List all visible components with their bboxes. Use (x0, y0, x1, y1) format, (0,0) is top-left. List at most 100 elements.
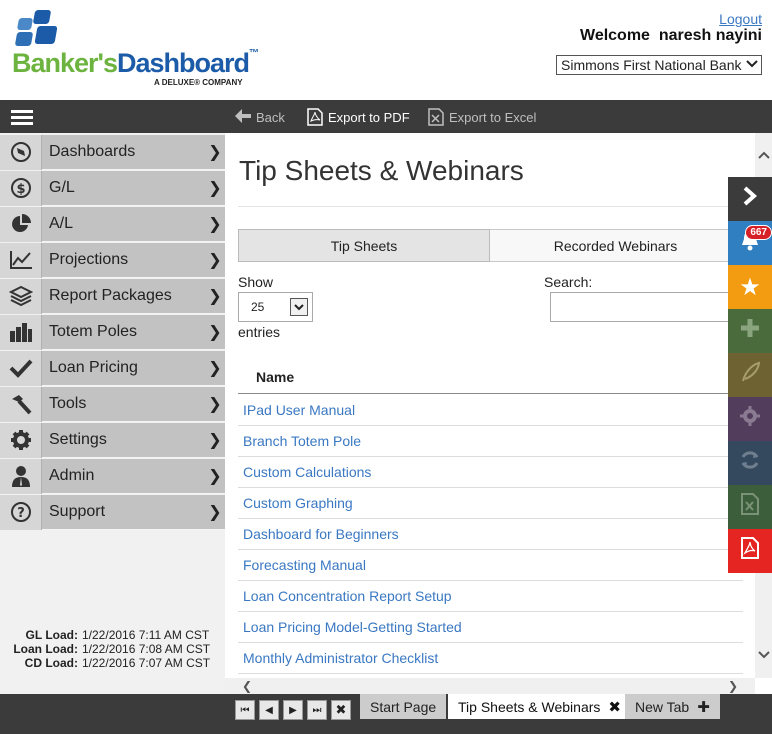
table-row[interactable]: Branch Totem Pole (238, 426, 743, 457)
sidebar-item-dashboards[interactable]: Dashboards ❯ (0, 134, 225, 170)
check-icon (0, 350, 42, 386)
sidebar-item-label: Report Packages (49, 287, 172, 304)
sidebar-item-label: Projections (49, 251, 129, 268)
bottom-tab-new-tab[interactable]: New Tab ✚ (625, 694, 720, 719)
sidebar-item-settings[interactable]: Settings ❯ (0, 422, 225, 458)
chevron-right-icon: ❯ (208, 432, 222, 449)
search-input[interactable] (550, 292, 740, 322)
scroll-right-icon[interactable]: ❯ (725, 678, 741, 694)
page-length-select[interactable]: 25 (238, 292, 313, 322)
chevron-right-icon: ❯ (208, 252, 222, 269)
scroll-left-icon[interactable]: ❮ (239, 678, 255, 694)
table-row[interactable]: Monthly Administrator Checklist (238, 643, 743, 674)
add-button[interactable] (728, 309, 772, 353)
table-row[interactable]: Forecasting Manual (238, 550, 743, 581)
sidebar-item-label: Support (49, 503, 106, 520)
pdf-rail-button[interactable] (728, 529, 772, 573)
plus-icon[interactable]: ✚ (697, 698, 710, 716)
search-label: Search: (544, 274, 593, 290)
feather-icon (739, 361, 761, 389)
content-area: Tip Sheets & Webinars Tip Sheets Recorde… (225, 133, 755, 678)
excel-rail-button[interactable] (728, 485, 772, 529)
chevron-right-icon: ❯ (208, 504, 222, 521)
show-label: Show (238, 274, 274, 290)
bottom-tab-label: Tip Sheets & Webinars (458, 698, 601, 715)
bottom-tab-label: New Tab (635, 698, 690, 715)
dollar-icon: $ (0, 170, 42, 206)
sidebar-item-label: A/L (49, 215, 74, 232)
horizontal-scrollbar[interactable]: ❮ ❯ (225, 678, 755, 694)
logo-squares-icon (12, 10, 62, 48)
first-tab-icon[interactable]: ⏮ (235, 700, 255, 720)
chevron-right-icon (743, 186, 758, 212)
sidebar-item-gl[interactable]: $ G/L ❯ (0, 170, 225, 206)
sidebar: Dashboards ❯ $ G/L ❯ A/L ❯ Projections ❯… (0, 133, 225, 694)
sidebar-item-projections[interactable]: Projections ❯ (0, 242, 225, 278)
bottom-tab-start-page[interactable]: Start Page (360, 694, 447, 719)
tab-recorded-webinars[interactable]: Recorded Webinars (490, 229, 742, 262)
bankers-dashboard-logo: Banker'sDashboard™ A DELUXE® COMPANY (12, 10, 272, 90)
header: Banker'sDashboard™ A DELUXE® COMPANY Log… (0, 0, 772, 100)
excel-icon (741, 493, 759, 521)
sidebar-item-report-packages[interactable]: Report Packages ❯ (0, 278, 225, 314)
refresh-button[interactable] (728, 441, 772, 485)
settings-rail-button[interactable] (728, 397, 772, 441)
load-key: Loan Load: (13, 642, 78, 656)
bottom-tab-tip-sheets[interactable]: Tip Sheets & Webinars ✖ (448, 694, 631, 719)
table-row[interactable]: IPad User Manual (238, 395, 743, 426)
close-all-tabs-icon[interactable]: ✖ (331, 700, 351, 720)
svg-text:?: ? (17, 506, 25, 521)
notes-button[interactable] (728, 353, 772, 397)
table-row[interactable]: Custom Graphing (238, 488, 743, 519)
export-excel-label: Export to Excel (449, 109, 537, 125)
svg-text:$: $ (16, 182, 25, 197)
table-row[interactable]: Dashboard for Beginners (238, 519, 743, 550)
back-button[interactable]: Back (234, 108, 285, 126)
sidebar-item-al[interactable]: A/L ❯ (0, 206, 225, 242)
loan-load-row: Loan Load: 1/22/2016 7:08 AM CST (0, 642, 225, 656)
scroll-down-icon[interactable] (755, 647, 772, 664)
export-pdf-button[interactable]: Export to PDF (306, 108, 410, 126)
close-icon[interactable]: ✖ (608, 698, 621, 716)
entries-label: entries (238, 324, 281, 340)
chevron-down-icon (745, 59, 758, 71)
menu-icon[interactable] (11, 110, 33, 126)
load-value: 1/22/2016 7:11 AM CST (82, 628, 210, 642)
toolbar: Back Export to PDF Export to Excel (0, 100, 772, 133)
user-name: naresh nayini (658, 27, 762, 44)
tab-tip-sheets[interactable]: Tip Sheets (238, 229, 490, 262)
sidebar-item-label: Loan Pricing (49, 359, 138, 376)
sidebar-item-tools[interactable]: Tools ❯ (0, 386, 225, 422)
line-chart-icon (0, 242, 42, 278)
sidebar-item-support[interactable]: ? Support ❯ (0, 494, 225, 530)
sidebar-item-label: G/L (49, 179, 75, 196)
export-excel-button[interactable]: Export to Excel (427, 108, 536, 126)
sidebar-item-loan-pricing[interactable]: Loan Pricing ❯ (0, 350, 225, 386)
table-row[interactable]: Loan Pricing Model-Getting Started (238, 612, 743, 643)
logout-link[interactable]: Logout (719, 11, 762, 27)
previous-tab-icon[interactable]: ◀ (259, 700, 279, 720)
load-key: CD Load: (24, 656, 78, 670)
sidebar-item-admin[interactable]: Admin ❯ (0, 458, 225, 494)
table-row[interactable]: Custom Calculations (238, 457, 743, 488)
table-row[interactable]: Loan Concentration Report Setup (238, 581, 743, 612)
page-length-value: 25 (251, 300, 265, 314)
scroll-up-icon[interactable] (755, 147, 772, 164)
layers-icon (0, 278, 42, 314)
page-title: Tip Sheets & Webinars (239, 155, 524, 186)
last-tab-icon[interactable]: ⏭ (307, 700, 327, 720)
sidebar-item-totem-poles[interactable]: Totem Poles ❯ (0, 314, 225, 350)
notifications-button[interactable]: 667 (728, 221, 772, 265)
next-tab-icon[interactable]: ▶ (283, 700, 303, 720)
tab-pager: ⏮ ◀ ▶ ⏭ ✖ (235, 700, 351, 720)
chevron-down-icon (290, 298, 308, 316)
chevron-right-icon: ❯ (208, 144, 222, 161)
chevron-right-icon: ❯ (208, 288, 222, 305)
sidebar-item-label: Totem Poles (49, 323, 138, 340)
favorites-button[interactable]: ★ (728, 265, 772, 309)
pie-icon (0, 206, 42, 242)
bank-select[interactable]: Simmons First National Bank (556, 55, 762, 75)
column-header-name[interactable]: Name (238, 361, 743, 394)
collapse-rail-button[interactable] (728, 177, 772, 221)
back-arrow-icon (234, 108, 252, 126)
